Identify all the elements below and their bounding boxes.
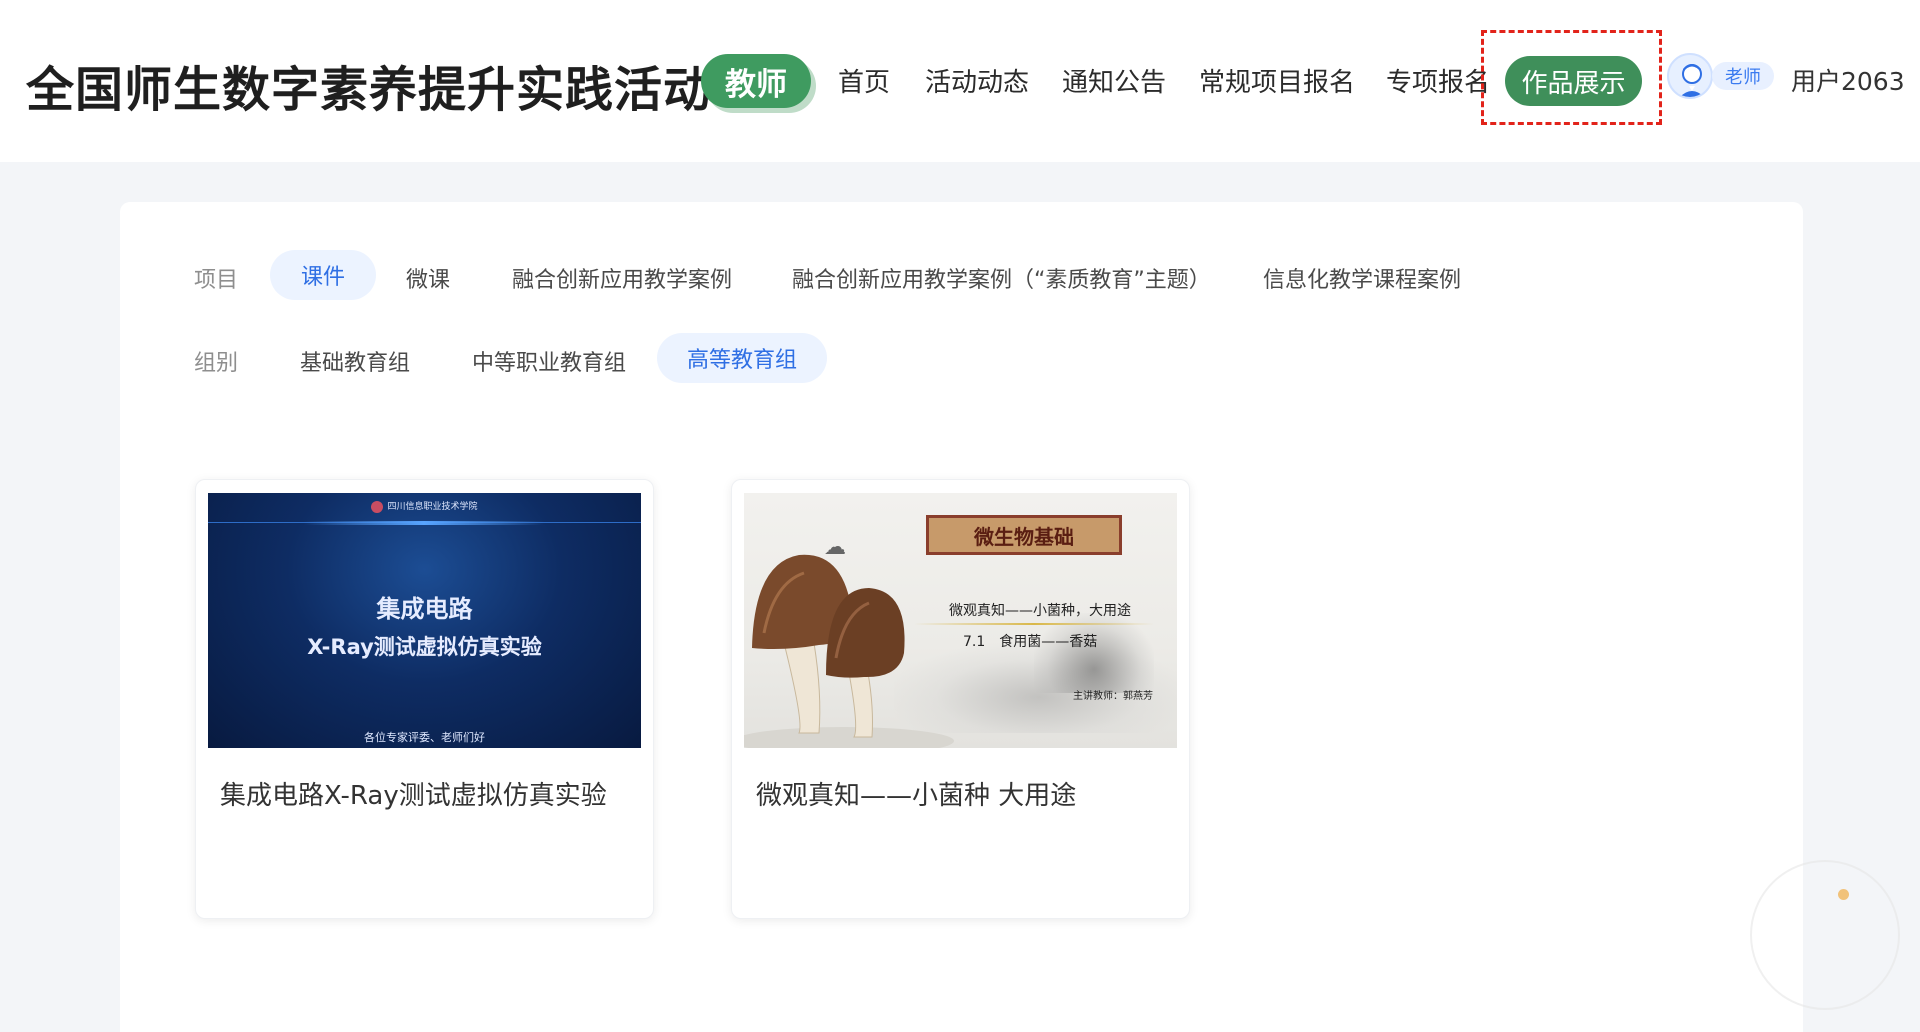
card-title[interactable]: 集成电路X-Ray测试虚拟仿真实验 [220, 775, 607, 812]
thumbnail-line2: 7.1 食用菌——香菇 [963, 634, 1098, 650]
username[interactable]: 用户2063 [1791, 62, 1905, 98]
nav-special-registration[interactable]: 专项报名 [1386, 62, 1490, 99]
thumbnail-line3: 主讲教师：郭燕芳 [1073, 691, 1153, 702]
nav-home[interactable]: 首页 [838, 62, 890, 99]
role-badge: 教师 [701, 54, 811, 108]
group-filter-label: 组别 [194, 351, 239, 376]
work-card[interactable]: 四川信息职业技术学院 集成电路 X-Ray测试虚拟仿真实验 各位专家评委、老师们… [195, 479, 654, 919]
thumbnail-title-line1: 集成电路 [376, 595, 473, 623]
nav-works-showcase[interactable]: 作品展示 [1505, 56, 1642, 106]
thumbnail-banner: 微生物基础 [926, 515, 1122, 555]
thumbnail-title-line2: X-Ray测试虚拟仿真实验 [307, 635, 542, 659]
watermark-logo-icon [1750, 860, 1900, 1010]
card-thumbnail: 四川信息职业技术学院 集成电路 X-Ray测试虚拟仿真实验 各位专家评委、老师们… [208, 493, 641, 748]
card-title[interactable]: 微观真知——小菌种 大用途 [756, 775, 1076, 812]
thumbnail-line1: 微观真知——小菌种，大用途 [949, 603, 1131, 619]
user-avatar-icon [1679, 64, 1705, 97]
project-option-it-course-case[interactable]: 信息化教学课程案例 [1263, 262, 1461, 294]
school-name: 四川信息职业技术学院 [387, 502, 478, 512]
thumbnail-glow [304, 521, 544, 525]
group-option-secondary-vocational[interactable]: 中等职业教育组 [472, 345, 626, 377]
group-option-basic[interactable]: 基础教育组 [300, 345, 410, 377]
top-header: 全国师生数字素养提升实践活动 教师 首页 活动动态 通知公告 常规项目报名 专项… [0, 0, 1920, 162]
cloud-ornament-icon: ☁ [824, 535, 846, 560]
nav-activity-news[interactable]: 活动动态 [925, 62, 1029, 99]
user-role-tag: 老师 [1712, 62, 1774, 90]
nav-regular-registration[interactable]: 常规项目报名 [1199, 62, 1355, 99]
site-title: 全国师生数字素养提升实践活动 [26, 62, 713, 118]
card-thumbnail: ☁ 微生物基础 微观真知——小菌种，大用途 7.1 食用菌——香菇 主讲教师：郭… [744, 493, 1177, 748]
watermark-dot [1838, 889, 1849, 900]
thumbnail-school: 四川信息职业技术学院 [208, 499, 641, 513]
project-option-courseware[interactable]: 课件 [270, 250, 376, 300]
avatar[interactable] [1667, 53, 1713, 99]
nav-notices[interactable]: 通知公告 [1062, 62, 1166, 99]
thumbnail-footer: 各位专家评委、老师们好 [364, 731, 485, 744]
project-filter-label: 项目 [194, 268, 239, 293]
work-card[interactable]: ☁ 微生物基础 微观真知——小菌种，大用途 7.1 食用菌——香菇 主讲教师：郭… [731, 479, 1190, 919]
school-emblem-icon [371, 500, 384, 513]
group-option-higher[interactable]: 高等教育组 [657, 333, 827, 383]
project-option-microcourse[interactable]: 微课 [406, 262, 450, 294]
project-option-quality-education-case[interactable]: 融合创新应用教学案例（“素质教育”主题） [792, 262, 1211, 294]
thumbnail-divider [914, 623, 1154, 625]
project-option-integration-case[interactable]: 融合创新应用教学案例 [512, 262, 732, 294]
